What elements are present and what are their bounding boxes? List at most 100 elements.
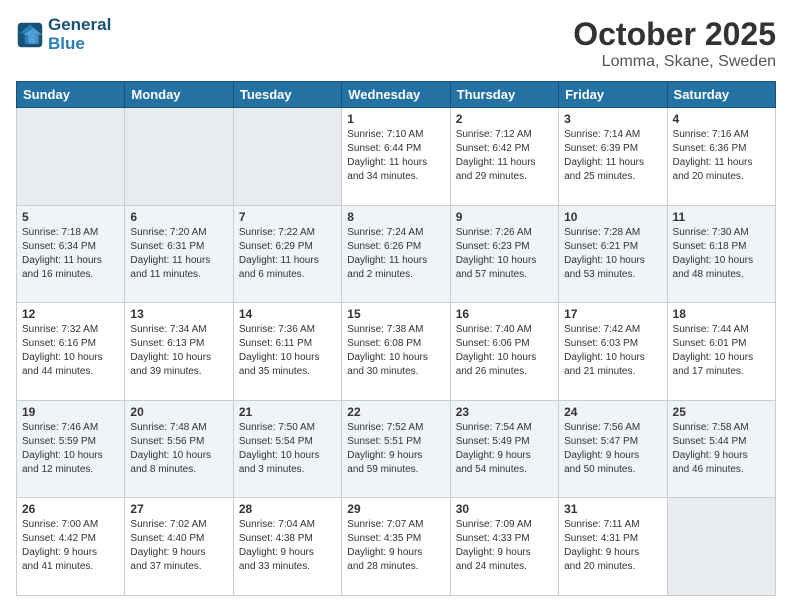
- day-info: Sunrise: 7:02 AM Sunset: 4:40 PM Dayligh…: [130, 518, 227, 574]
- calendar-cell: 10 Sunrise: 7:28 AM Sunset: 6:21 PM Dayli…: [559, 205, 667, 303]
- day-number: 30: [456, 502, 553, 516]
- calendar-cell: 25 Sunrise: 7:58 AM Sunset: 5:44 PM Dayli…: [667, 400, 775, 498]
- month-title: October 2025: [573, 16, 776, 53]
- day-info: Sunrise: 7:50 AM Sunset: 5:54 PM Dayligh…: [239, 421, 336, 477]
- day-info: Sunrise: 7:38 AM Sunset: 6:08 PM Dayligh…: [347, 323, 444, 379]
- calendar-cell: 1 Sunrise: 7:10 AM Sunset: 6:44 PM Daylig…: [342, 108, 450, 206]
- day-number: 9: [456, 210, 553, 224]
- week-row-5: 26 Sunrise: 7:00 AM Sunset: 4:42 PM Dayli…: [17, 498, 776, 596]
- day-number: 6: [130, 210, 227, 224]
- calendar-cell: 21 Sunrise: 7:50 AM Sunset: 5:54 PM Dayli…: [233, 400, 341, 498]
- calendar-cell: 19 Sunrise: 7:46 AM Sunset: 5:59 PM Dayli…: [17, 400, 125, 498]
- calendar-cell: 3 Sunrise: 7:14 AM Sunset: 6:39 PM Daylig…: [559, 108, 667, 206]
- day-number: 7: [239, 210, 336, 224]
- day-number: 18: [673, 307, 770, 321]
- day-number: 27: [130, 502, 227, 516]
- logo-text: General Blue: [48, 16, 111, 53]
- day-number: 24: [564, 405, 661, 419]
- day-info: Sunrise: 7:24 AM Sunset: 6:26 PM Dayligh…: [347, 226, 444, 282]
- title-section: October 2025 Lomma, Skane, Sweden: [573, 16, 776, 71]
- calendar-cell: 13 Sunrise: 7:34 AM Sunset: 6:13 PM Dayli…: [125, 303, 233, 401]
- day-number: 29: [347, 502, 444, 516]
- week-row-2: 5 Sunrise: 7:18 AM Sunset: 6:34 PM Daylig…: [17, 205, 776, 303]
- calendar-cell: 11 Sunrise: 7:30 AM Sunset: 6:18 PM Dayli…: [667, 205, 775, 303]
- calendar-cell: [17, 108, 125, 206]
- calendar-cell: [233, 108, 341, 206]
- calendar-cell: 24 Sunrise: 7:56 AM Sunset: 5:47 PM Dayli…: [559, 400, 667, 498]
- day-info: Sunrise: 7:46 AM Sunset: 5:59 PM Dayligh…: [22, 421, 119, 477]
- day-info: Sunrise: 7:58 AM Sunset: 5:44 PM Dayligh…: [673, 421, 770, 477]
- day-info: Sunrise: 7:18 AM Sunset: 6:34 PM Dayligh…: [22, 226, 119, 282]
- day-number: 17: [564, 307, 661, 321]
- day-info: Sunrise: 7:54 AM Sunset: 5:49 PM Dayligh…: [456, 421, 553, 477]
- calendar-cell: 17 Sunrise: 7:42 AM Sunset: 6:03 PM Dayli…: [559, 303, 667, 401]
- day-number: 8: [347, 210, 444, 224]
- day-info: Sunrise: 7:11 AM Sunset: 4:31 PM Dayligh…: [564, 518, 661, 574]
- day-number: 20: [130, 405, 227, 419]
- day-number: 15: [347, 307, 444, 321]
- calendar-cell: 29 Sunrise: 7:07 AM Sunset: 4:35 PM Dayli…: [342, 498, 450, 596]
- day-info: Sunrise: 7:04 AM Sunset: 4:38 PM Dayligh…: [239, 518, 336, 574]
- day-number: 12: [22, 307, 119, 321]
- day-number: 19: [22, 405, 119, 419]
- calendar-cell: 6 Sunrise: 7:20 AM Sunset: 6:31 PM Daylig…: [125, 205, 233, 303]
- calendar-cell: 14Sunrise: 7:36 AM Sunset: 6:11 PM Dayli…: [233, 303, 341, 401]
- day-number: 21: [239, 405, 336, 419]
- day-number: 5: [22, 210, 119, 224]
- day-number: 10: [564, 210, 661, 224]
- calendar-cell: 15 Sunrise: 7:38 AM Sunset: 6:08 PM Dayli…: [342, 303, 450, 401]
- logo-icon: [16, 21, 44, 49]
- calendar-cell: 22Sunrise: 7:52 AM Sunset: 5:51 PM Dayli…: [342, 400, 450, 498]
- day-number: 1: [347, 112, 444, 126]
- week-row-4: 19 Sunrise: 7:46 AM Sunset: 5:59 PM Dayli…: [17, 400, 776, 498]
- day-number: 11: [673, 210, 770, 224]
- day-number: 16: [456, 307, 553, 321]
- day-info: Sunrise: 7:10 AM Sunset: 6:44 PM Dayligh…: [347, 128, 444, 184]
- day-info: Sunrise: 7:14 AM Sunset: 6:39 PM Dayligh…: [564, 128, 661, 184]
- day-number: 13: [130, 307, 227, 321]
- day-info: Sunrise: 7:28 AM Sunset: 6:21 PM Dayligh…: [564, 226, 661, 282]
- day-info: Sunrise: 7:34 AM Sunset: 6:13 PM Dayligh…: [130, 323, 227, 379]
- day-header-saturday: Saturday: [667, 82, 775, 108]
- day-info: Sunrise: 7:12 AM Sunset: 6:42 PM Dayligh…: [456, 128, 553, 184]
- day-info: Sunrise: 7:22 AM Sunset: 6:29 PM Dayligh…: [239, 226, 336, 282]
- day-info: Sunrise: 7:00 AM Sunset: 4:42 PM Dayligh…: [22, 518, 119, 574]
- day-header-sunday: Sunday: [17, 82, 125, 108]
- day-number: 26: [22, 502, 119, 516]
- calendar-cell: 4Sunrise: 7:16 AM Sunset: 6:36 PM Daylig…: [667, 108, 775, 206]
- calendar-cell: [125, 108, 233, 206]
- week-row-3: 12Sunrise: 7:32 AM Sunset: 6:16 PM Dayli…: [17, 303, 776, 401]
- day-info: Sunrise: 7:44 AM Sunset: 6:01 PM Dayligh…: [673, 323, 770, 379]
- day-header-wednesday: Wednesday: [342, 82, 450, 108]
- day-number: 23: [456, 405, 553, 419]
- day-info: Sunrise: 7:07 AM Sunset: 4:35 PM Dayligh…: [347, 518, 444, 574]
- header: General Blue October 2025 Lomma, Skane, …: [16, 16, 776, 71]
- calendar-table: SundayMondayTuesdayWednesdayThursdayFrid…: [16, 81, 776, 596]
- calendar-cell: [667, 498, 775, 596]
- day-info: Sunrise: 7:20 AM Sunset: 6:31 PM Dayligh…: [130, 226, 227, 282]
- calendar-page: General Blue October 2025 Lomma, Skane, …: [0, 0, 792, 612]
- day-info: Sunrise: 7:30 AM Sunset: 6:18 PM Dayligh…: [673, 226, 770, 282]
- day-header-thursday: Thursday: [450, 82, 558, 108]
- calendar-cell: 18 Sunrise: 7:44 AM Sunset: 6:01 PM Dayli…: [667, 303, 775, 401]
- day-number: 25: [673, 405, 770, 419]
- calendar-cell: 16 Sunrise: 7:40 AM Sunset: 6:06 PM Dayli…: [450, 303, 558, 401]
- calendar-cell: 8 Sunrise: 7:24 AM Sunset: 6:26 PM Daylig…: [342, 205, 450, 303]
- day-header-tuesday: Tuesday: [233, 82, 341, 108]
- calendar-cell: 20 Sunrise: 7:48 AM Sunset: 5:56 PM Dayli…: [125, 400, 233, 498]
- week-row-1: 1 Sunrise: 7:10 AM Sunset: 6:44 PM Daylig…: [17, 108, 776, 206]
- day-info: Sunrise: 7:09 AM Sunset: 4:33 PM Dayligh…: [456, 518, 553, 574]
- day-info: Sunrise: 7:40 AM Sunset: 6:06 PM Dayligh…: [456, 323, 553, 379]
- calendar-cell: 7 Sunrise: 7:22 AM Sunset: 6:29 PM Daylig…: [233, 205, 341, 303]
- calendar-cell: 31 Sunrise: 7:11 AM Sunset: 4:31 PM Dayli…: [559, 498, 667, 596]
- day-header-friday: Friday: [559, 82, 667, 108]
- day-number: 22: [347, 405, 444, 419]
- day-info: Sunrise: 7:16 AM Sunset: 6:36 PM Dayligh…: [673, 128, 770, 184]
- day-info: Sunrise: 7:56 AM Sunset: 5:47 PM Dayligh…: [564, 421, 661, 477]
- day-number: 3: [564, 112, 661, 126]
- day-info: Sunrise: 7:42 AM Sunset: 6:03 PM Dayligh…: [564, 323, 661, 379]
- days-header-row: SundayMondayTuesdayWednesdayThursdayFrid…: [17, 82, 776, 108]
- day-number: 31: [564, 502, 661, 516]
- day-header-monday: Monday: [125, 82, 233, 108]
- day-info: Sunrise: 7:48 AM Sunset: 5:56 PM Dayligh…: [130, 421, 227, 477]
